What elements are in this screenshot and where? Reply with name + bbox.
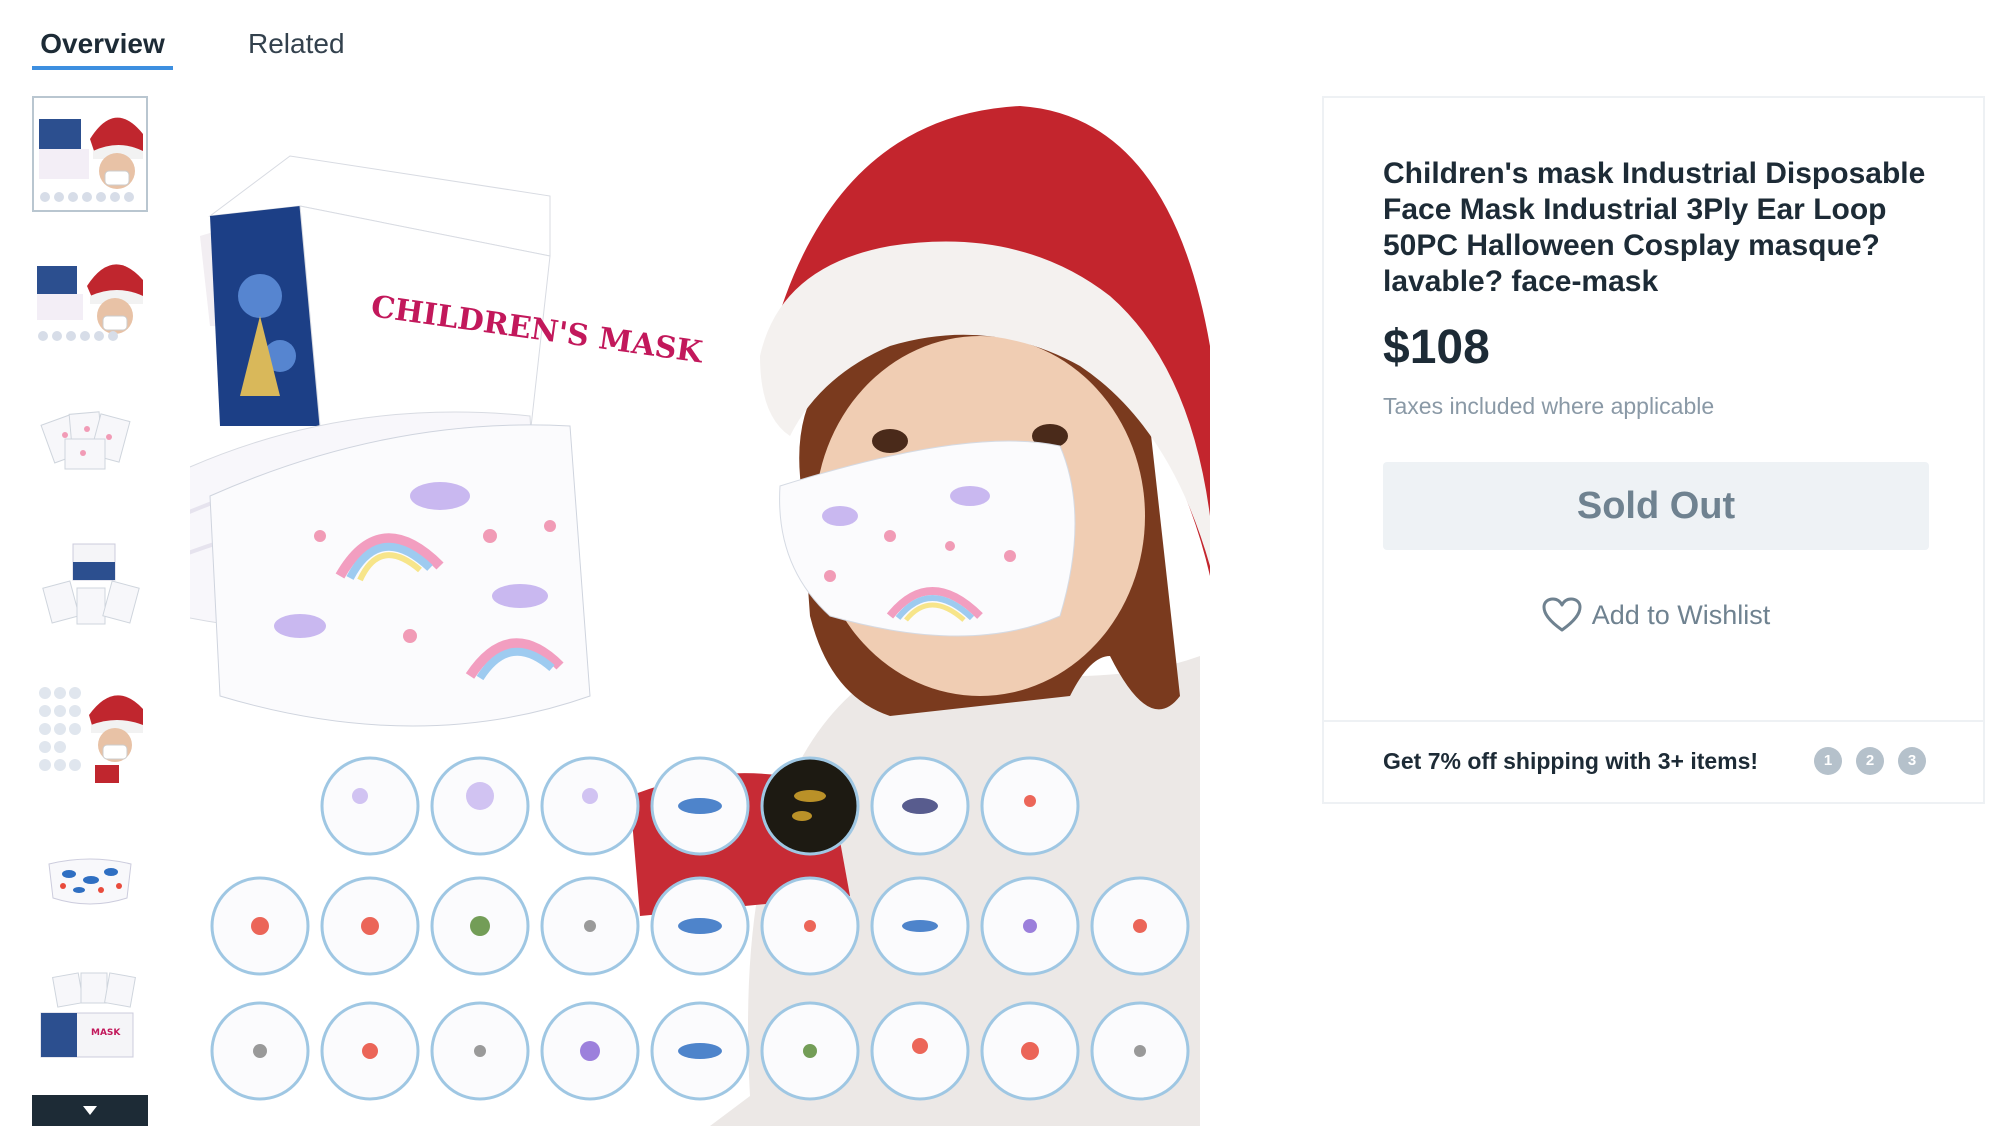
thumbnail-3[interactable] — [32, 386, 148, 502]
svg-text:MASK: MASK — [91, 1028, 121, 1038]
thumbnail-scroll-down-button[interactable] — [32, 1095, 148, 1126]
chevron-down-icon — [83, 1105, 97, 1115]
tab-overview[interactable]: Overview — [32, 22, 173, 70]
promo-step-2: 2 — [1856, 747, 1884, 775]
purchase-panel: Children's mask Industrial Disposable Fa… — [1322, 96, 1985, 804]
thumbnail-4[interactable] — [32, 531, 148, 647]
thumbnail-5[interactable] — [32, 676, 148, 792]
promo-steps: 1 2 3 — [1814, 747, 1940, 775]
thumbnail-6[interactable] — [32, 821, 148, 937]
add-to-wishlist-button[interactable]: Add to Wishlist — [1383, 590, 1929, 640]
tab-bar: Overview Related — [32, 22, 345, 72]
heart-icon — [1542, 597, 1582, 632]
main-product-image[interactable]: CHILDREN'S MASK — [169, 96, 1240, 1126]
wishlist-label: Add to Wishlist — [1591, 599, 1771, 630]
thumbnail-1[interactable] — [32, 96, 148, 212]
product-price: $108 — [1383, 321, 1490, 374]
sold-out-button[interactable]: Sold Out — [1383, 462, 1929, 550]
panel-divider — [1324, 720, 1983, 722]
promo-step-1: 1 — [1814, 747, 1842, 775]
promo-step-3: 3 — [1898, 747, 1926, 775]
thumbnail-7[interactable]: MASK — [32, 966, 148, 1082]
tab-related[interactable]: Related — [248, 22, 345, 70]
tax-note: Taxes included where applicable — [1383, 393, 1715, 419]
product-title: Children's mask Industrial Disposable Fa… — [1383, 157, 1926, 298]
shipping-promo-text: Get 7% off shipping with 3+ items! — [1383, 748, 1759, 774]
thumbnail-2[interactable] — [32, 241, 148, 357]
thumbnail-list: MASK — [32, 96, 148, 1111]
